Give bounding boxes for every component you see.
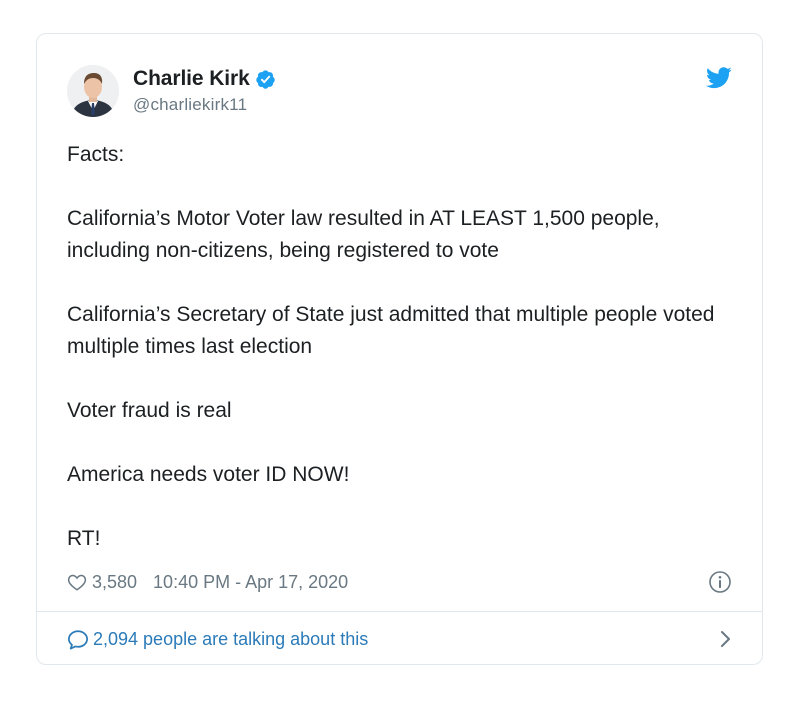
author-block[interactable]: Charlie Kirk @charliekirk11 <box>133 66 276 115</box>
twitter-bird-icon[interactable] <box>706 67 732 89</box>
tweet-meta: 3,580 10:40 PM - Apr 17, 2020 <box>67 569 732 595</box>
tweet-paragraph: America needs voter ID NOW! <box>67 463 350 486</box>
tweet-paragraph: Facts: <box>67 143 125 166</box>
author-display-name[interactable]: Charlie Kirk <box>133 67 250 91</box>
author-handle[interactable]: @charliekirk11 <box>133 95 276 115</box>
tweet-paragraph: RT! <box>67 527 101 550</box>
tweet-timestamp[interactable]: 10:40 PM - Apr 17, 2020 <box>153 572 348 593</box>
conversation-link[interactable]: 2,094 people are talking about this <box>67 624 732 654</box>
tweet-paragraph: California’s Secretary of State just adm… <box>67 303 715 358</box>
conversation-label[interactable]: 2,094 people are talking about this <box>93 629 368 650</box>
avatar[interactable] <box>67 65 119 117</box>
name-row: Charlie Kirk <box>133 66 276 92</box>
info-icon[interactable] <box>708 570 732 594</box>
tweet-card[interactable]: Charlie Kirk @charliekirk11 Facts: Calif… <box>36 33 763 665</box>
tweet-text: Facts: California’s Motor Voter law resu… <box>67 139 747 587</box>
tweet-paragraph: Voter fraud is real <box>67 399 232 422</box>
verified-badge-icon <box>255 69 276 90</box>
heart-icon <box>67 573 87 591</box>
like-count: 3,580 <box>92 571 138 592</box>
chevron-right-icon[interactable] <box>718 629 732 649</box>
footer-divider <box>37 611 762 612</box>
like-button[interactable]: 3,580 <box>67 572 137 593</box>
tweet-paragraph: California’s Motor Voter law resulted in… <box>67 207 660 262</box>
tweet-header: Charlie Kirk @charliekirk11 <box>67 65 732 117</box>
speech-bubble-icon <box>67 629 89 650</box>
